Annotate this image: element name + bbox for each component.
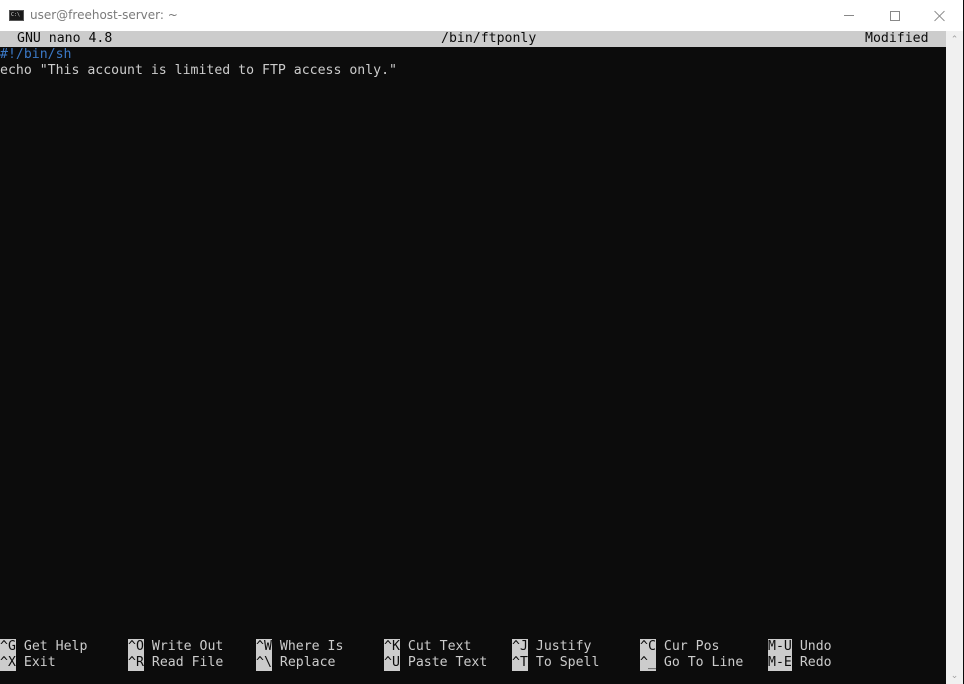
modified-status: Modified [865, 31, 929, 46]
file-name: /bin/ftponly [441, 31, 537, 46]
editor-line[interactable]: echo "This account is limited to FTP acc… [0, 63, 946, 79]
shortcut-cur-pos[interactable]: ^C Cur Pos [640, 639, 719, 655]
shortcut-label: To Spell [535, 655, 600, 670]
shortcut-key: ^C [640, 639, 656, 655]
shortcut-get-help[interactable]: ^G Get Help [0, 639, 87, 655]
maximize-button[interactable] [872, 0, 918, 31]
editor-buffer[interactable]: #!/bin/sh echo "This account is limited … [0, 47, 946, 79]
shortcut-read-file[interactable]: ^R Read File [128, 655, 223, 671]
shortcut-cut-text[interactable]: ^K Cut Text [384, 639, 471, 655]
shortcut-label: Get Help [23, 639, 88, 654]
console-icon [9, 10, 24, 21]
shortcut-key: ^X [0, 655, 16, 671]
shortcut-key: M-U [768, 639, 792, 655]
shortcut-label: Go To Line [663, 655, 744, 670]
shortcut-label: Read File [151, 655, 224, 670]
title-bar[interactable]: user@freehost-server: ~ [0, 0, 963, 31]
shortcut-key: ^O [128, 639, 144, 655]
shortcut-write-out[interactable]: ^O Write Out [128, 639, 223, 655]
nano-header-bar: GNU nano 4.8 /bin/ftponly Modified [0, 31, 946, 47]
shortcut-key: ^U [384, 655, 400, 671]
shortcut-label: Paste Text [407, 655, 488, 670]
close-button[interactable] [917, 0, 963, 31]
terminal-window: user@freehost-server: ~ GNU nano 4.8 /bi… [0, 0, 963, 684]
shortcut-bar: ^G Get Help ^O Write Out ^W Where Is ^K Cut … [0, 639, 946, 671]
shortcut-key: ^K [384, 639, 400, 655]
vertical-scrollbar[interactable]: ⌃ ⌄ [946, 31, 963, 684]
shortcut-key: ^G [0, 639, 16, 655]
shortcut-key: ^\ [256, 655, 272, 671]
shortcut-label: Where Is [279, 639, 344, 654]
shortcut-label: Exit [23, 655, 56, 670]
maximize-icon [890, 10, 900, 21]
shortcut-to-spell[interactable]: ^T To Spell [512, 655, 599, 671]
scroll-up-arrow-icon[interactable]: ⌃ [946, 31, 963, 48]
editor-line[interactable]: #!/bin/sh [0, 47, 946, 63]
shortcut-key: ^J [512, 639, 528, 655]
nano-version: GNU nano 4.8 [17, 31, 113, 46]
shortcut-redo[interactable]: M-E Redo [768, 655, 832, 671]
shortcut-label: Replace [279, 655, 336, 670]
shortcut-label: Justify [535, 639, 592, 654]
shortcut-exit[interactable]: ^X Exit [0, 655, 56, 671]
shortcut-where-is[interactable]: ^W Where Is [256, 639, 343, 655]
shortcut-undo[interactable]: M-U Undo [768, 639, 832, 655]
shortcut-label: Write Out [151, 639, 224, 654]
shortcut-label: Undo [799, 639, 832, 654]
shortcut-key: ^_ [640, 655, 656, 671]
window-title: user@freehost-server: ~ [30, 8, 178, 22]
shortcut-key: ^R [128, 655, 144, 671]
shortcut-key: M-E [768, 655, 792, 671]
close-icon [934, 10, 946, 22]
shortcut-go-to-line[interactable]: ^_ Go To Line [640, 655, 743, 671]
shortcut-replace[interactable]: ^\ Replace [256, 655, 335, 671]
minimize-icon [844, 15, 854, 16]
minimize-button[interactable] [826, 0, 872, 31]
shortcut-key: ^W [256, 639, 272, 655]
scroll-down-arrow-icon[interactable]: ⌄ [946, 667, 963, 684]
shortcut-key: ^T [512, 655, 528, 671]
shortcut-label: Cur Pos [663, 639, 720, 654]
shortcut-paste-text[interactable]: ^U Paste Text [384, 655, 487, 671]
shortcut-justify[interactable]: ^J Justify [512, 639, 591, 655]
terminal-area[interactable]: GNU nano 4.8 /bin/ftponly Modified #!/bi… [0, 31, 946, 684]
shortcut-label: Cut Text [407, 639, 472, 654]
shortcut-label: Redo [799, 655, 832, 670]
